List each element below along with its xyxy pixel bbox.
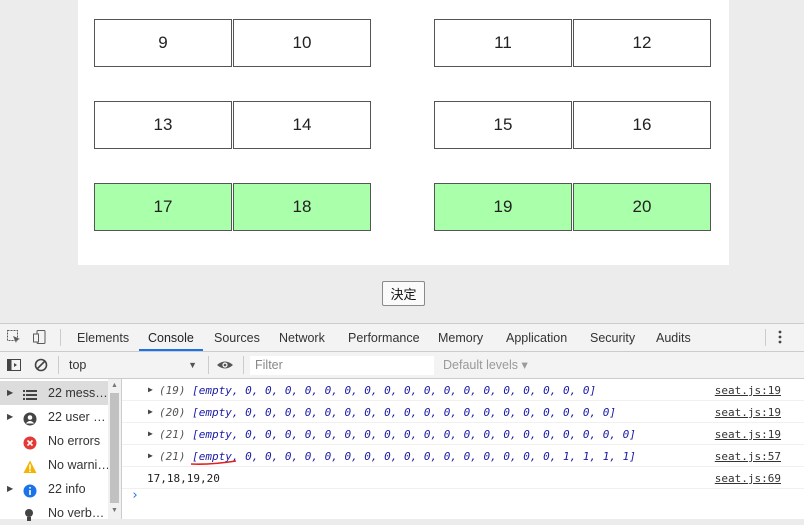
filter-input[interactable]: Filter <box>250 356 434 375</box>
sidebar-item-messages[interactable]: ▶ 22 mess… <box>0 381 108 405</box>
console-row[interactable]: ▶ (21) [empty, 0, 0, 0, 0, 0, 0, 0, 0, 0… <box>122 445 804 467</box>
sidebar-item-user-messages[interactable]: ▶ 22 user … <box>0 405 108 429</box>
sidebar-item-label: No verb… <box>48 506 105 520</box>
divider <box>58 356 59 374</box>
tab-console[interactable]: Console <box>139 324 203 351</box>
sidebar-item-label: 22 mess… <box>48 386 108 400</box>
console-message: [empty, 0, 0, 0, 0, 0, 0, 0, 0, 0, 0, 0,… <box>192 406 616 419</box>
seat-19[interactable]: 19 <box>434 183 572 231</box>
seat-18[interactable]: 18 <box>233 183 371 231</box>
inspect-element-icon[interactable] <box>6 329 22 345</box>
list-icon <box>23 386 37 400</box>
tab-performance[interactable]: Performance <box>348 324 420 351</box>
chevron-down-icon: ▼ <box>188 360 197 370</box>
array-length: (21) <box>159 428 193 441</box>
sidebar-scrollbar[interactable]: ▲ ▼ <box>108 379 121 519</box>
log-levels-dropdown[interactable]: Default levels ▾ <box>443 355 528 375</box>
source-link[interactable]: seat.js:57 <box>715 450 781 463</box>
show-sidebar-icon[interactable] <box>6 357 22 373</box>
tab-security[interactable]: Security <box>590 324 635 351</box>
sidebar-item-info[interactable]: ▶ 22 info <box>0 477 108 501</box>
seat-10[interactable]: 10 <box>233 19 371 67</box>
tab-network[interactable]: Network <box>279 324 325 351</box>
tab-sources[interactable]: Sources <box>214 324 260 351</box>
console-sidebar: ▶ 22 mess… ▶ 22 user … No errors No warn… <box>0 379 122 521</box>
array-length: (21) <box>159 450 193 463</box>
device-toolbar-icon[interactable] <box>32 329 48 345</box>
eye-icon[interactable] <box>216 357 233 373</box>
seat-12[interactable]: 12 <box>573 19 711 67</box>
error-icon <box>23 434 37 450</box>
console-message: [empty, 0, 0, 0, 0, 0, 0, 0, 0, 0, 0, 0,… <box>192 450 636 463</box>
context-value: top <box>69 358 87 372</box>
expand-triangle-icon[interactable]: ▶ <box>148 385 153 394</box>
console-message: [empty, 0, 0, 0, 0, 0, 0, 0, 0, 0, 0, 0,… <box>192 428 636 441</box>
console-message: [empty, 0, 0, 0, 0, 0, 0, 0, 0, 0, 0, 0,… <box>192 384 597 397</box>
sidebar-item-label: No errors <box>48 434 101 448</box>
decide-button[interactable]: 決定 <box>382 281 425 306</box>
array-length: (20) <box>159 406 193 419</box>
seat-panel: 9 10 11 12 13 14 15 16 17 18 19 20 <box>78 0 729 265</box>
tab-application[interactable]: Application <box>506 324 567 351</box>
seat-13[interactable]: 13 <box>94 101 232 149</box>
source-link[interactable]: seat.js:19 <box>715 406 781 419</box>
tab-audits[interactable]: Audits <box>656 324 691 351</box>
sidebar-item-label: No warni… <box>48 458 108 472</box>
seat-17[interactable]: 17 <box>94 183 232 231</box>
page-area: 9 10 11 12 13 14 15 16 17 18 19 20 決定 <box>0 0 804 323</box>
seat-14[interactable]: 14 <box>233 101 371 149</box>
sidebar-item-label: 22 info <box>48 482 86 496</box>
seat-15[interactable]: 15 <box>434 101 572 149</box>
sidebar-item-warnings[interactable]: No warni… <box>0 453 108 477</box>
sidebar-item-label: 22 user … <box>48 410 106 424</box>
console-output: ▶ (19) [empty, 0, 0, 0, 0, 0, 0, 0, 0, 0… <box>122 379 804 519</box>
more-options-icon[interactable] <box>772 329 788 345</box>
expand-triangle-icon[interactable]: ▶ <box>148 451 153 460</box>
expand-triangle-icon[interactable]: ▶ <box>148 407 153 416</box>
seat-9[interactable]: 9 <box>94 19 232 67</box>
console-row[interactable]: 17,18,19,20 seat.js:69 <box>122 467 804 489</box>
red-underline-annotation <box>190 460 237 465</box>
sidebar-item-verbose[interactable]: No verb… <box>0 501 108 525</box>
divider <box>243 356 244 374</box>
sidebar-item-errors[interactable]: No errors <box>0 429 108 453</box>
seat-16[interactable]: 16 <box>573 101 711 149</box>
expand-triangle-icon[interactable]: ▶ <box>148 429 153 438</box>
devtools-tabbar: Elements Console Sources Network Perform… <box>0 324 804 352</box>
console-row[interactable]: ▶ (19) [empty, 0, 0, 0, 0, 0, 0, 0, 0, 0… <box>122 379 804 401</box>
source-link[interactable]: seat.js:69 <box>715 472 781 485</box>
seat-20[interactable]: 20 <box>573 183 711 231</box>
tab-memory[interactable]: Memory <box>438 324 483 351</box>
array-length: (19) <box>159 384 193 397</box>
console-row[interactable]: ▶ (20) [empty, 0, 0, 0, 0, 0, 0, 0, 0, 0… <box>122 401 804 423</box>
info-icon <box>23 482 37 498</box>
scroll-down-icon[interactable]: ▼ <box>111 507 118 514</box>
scrollbar-thumb[interactable] <box>110 393 119 503</box>
chevron-right-icon: ▶ <box>7 484 14 493</box>
context-selector[interactable]: top ▼ <box>63 355 203 375</box>
divider <box>60 329 61 346</box>
console-toolbar: top ▼ Filter Default levels ▾ <box>0 352 804 379</box>
divider <box>208 356 209 374</box>
console-row[interactable]: ▶ (21) [empty, 0, 0, 0, 0, 0, 0, 0, 0, 0… <box>122 423 804 445</box>
divider <box>765 329 766 346</box>
clear-console-icon[interactable] <box>33 357 49 373</box>
warning-icon <box>23 458 37 473</box>
source-link[interactable]: seat.js:19 <box>715 428 781 441</box>
devtools-panel: Elements Console Sources Network Perform… <box>0 323 804 521</box>
user-icon <box>23 410 37 426</box>
chevron-right-icon: ▶ <box>7 412 14 421</box>
console-prompt-icon[interactable]: › <box>131 488 139 503</box>
console-message: 17,18,19,20 <box>147 472 220 485</box>
source-link[interactable]: seat.js:19 <box>715 384 781 397</box>
seat-11[interactable]: 11 <box>434 19 572 67</box>
chevron-right-icon: ▶ <box>7 388 14 397</box>
scroll-up-icon[interactable]: ▲ <box>111 382 118 389</box>
tab-elements[interactable]: Elements <box>77 324 129 351</box>
